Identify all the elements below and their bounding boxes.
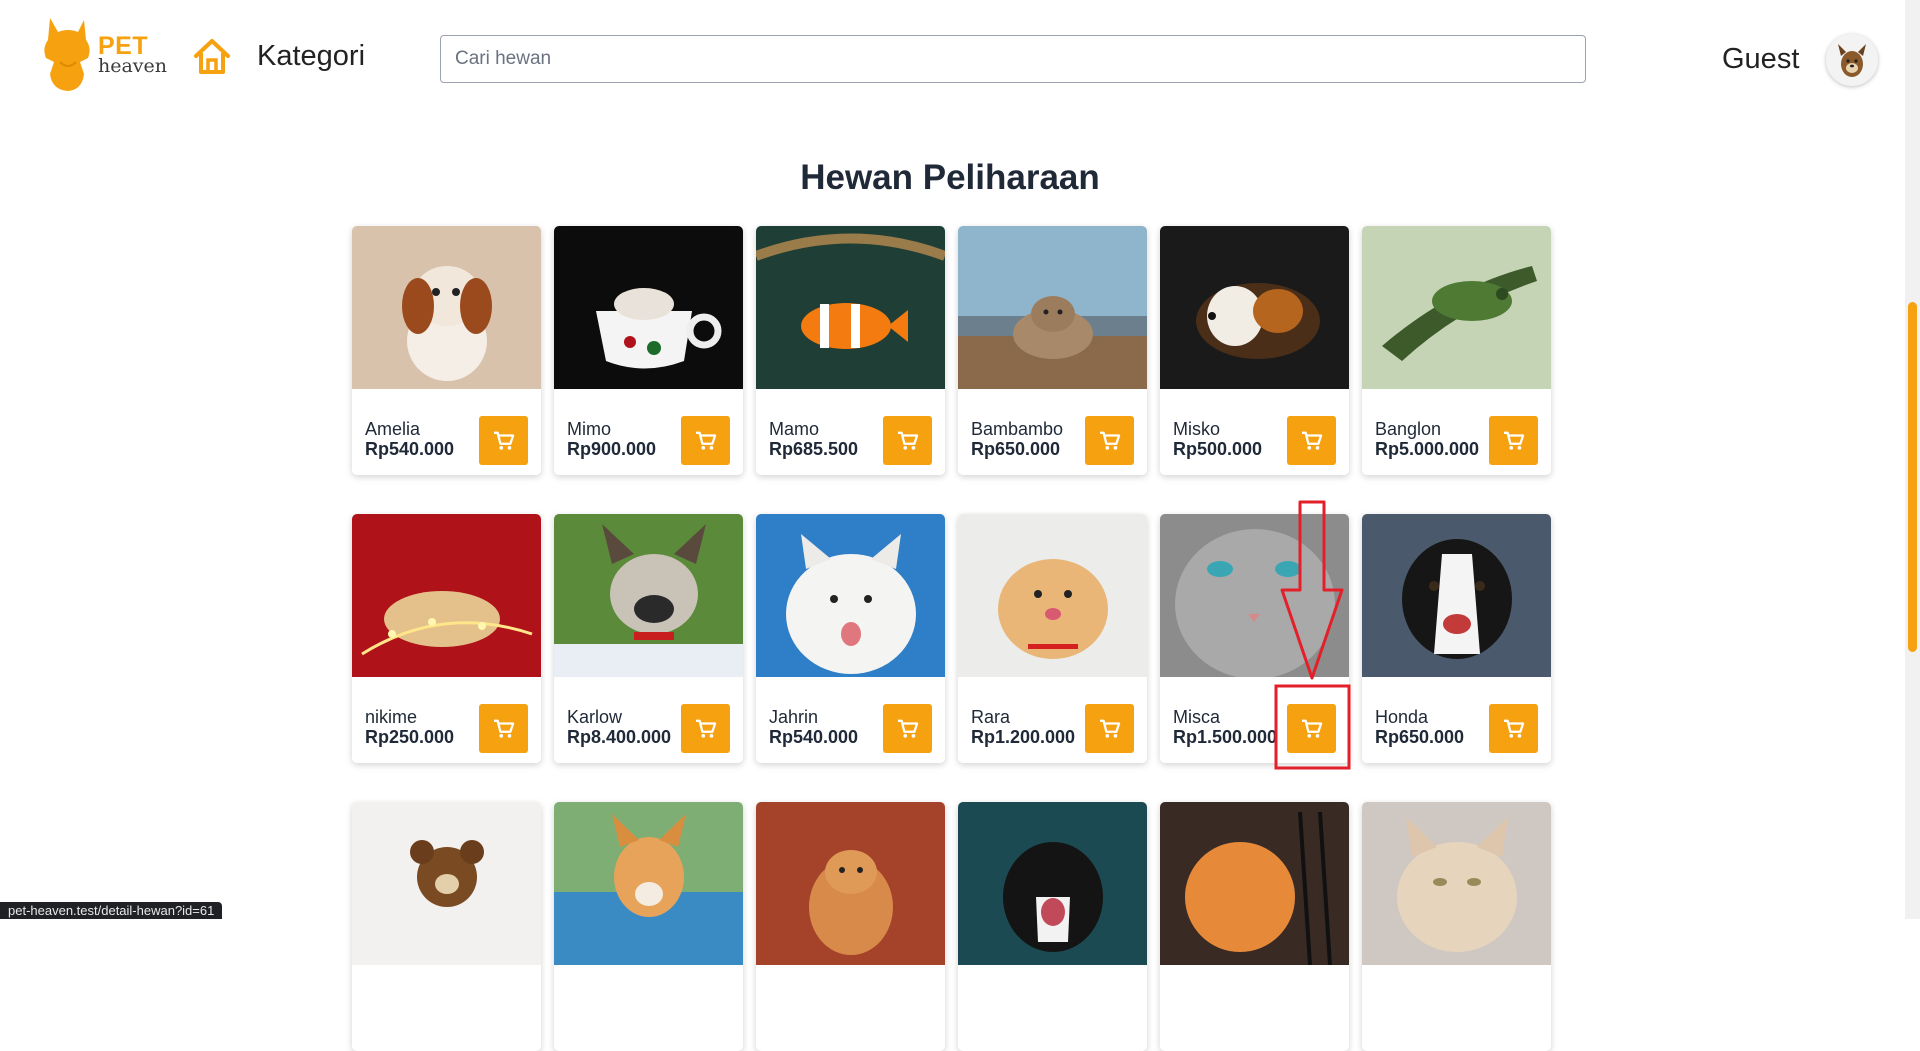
page-title: Hewan Peliharaan: [800, 158, 1100, 197]
user-name: Guest: [1722, 43, 1800, 75]
add-to-cart-button[interactable]: [479, 704, 528, 753]
cart-icon: [493, 431, 514, 450]
cart-icon: [493, 719, 514, 738]
pet-price: Rp685.500: [769, 439, 859, 459]
pet-photo[interactable]: [554, 514, 743, 677]
pet-card[interactable]: Mamo Rp685.500: [756, 226, 945, 475]
pet-photo[interactable]: [554, 802, 743, 965]
pet-photo[interactable]: [1160, 226, 1349, 389]
add-to-cart-button[interactable]: [1489, 704, 1538, 753]
search-input[interactable]: [440, 35, 1586, 83]
pet-card[interactable]: Mimo Rp900.000: [554, 226, 743, 475]
pet-photo[interactable]: [1160, 514, 1349, 677]
avatar-dog-icon: [1838, 44, 1866, 77]
status-bar-url: pet-heaven.test/detail-hewan?id=61: [0, 902, 223, 919]
pet-card[interactable]: [1362, 802, 1551, 1051]
pet-photo[interactable]: [756, 802, 945, 965]
pet-photo[interactable]: [958, 514, 1147, 677]
page-scrollbar[interactable]: [1905, 0, 1920, 919]
pet-name: Amelia: [365, 419, 421, 439]
pet-price: Rp540.000: [365, 439, 455, 459]
add-to-cart-button[interactable]: [681, 416, 730, 465]
pet-photo[interactable]: [958, 226, 1147, 389]
pet-card[interactable]: [756, 802, 945, 1051]
pet-card[interactable]: Jahrin Rp540.000: [756, 514, 945, 763]
pet-price: Rp250.000: [365, 727, 455, 747]
add-to-cart-button[interactable]: [681, 704, 730, 753]
pet-photo[interactable]: [352, 226, 541, 389]
pet-card[interactable]: Amelia Rp540.000: [352, 226, 541, 475]
cart-icon: [1099, 431, 1120, 450]
pet-price: Rp500.000: [1173, 439, 1263, 459]
pet-name: Mimo: [567, 419, 611, 439]
pet-card[interactable]: Banglon Rp5.000.000: [1362, 226, 1551, 475]
cat-logo-icon: [44, 18, 90, 91]
pet-price: Rp900.000: [567, 439, 657, 459]
pet-photo[interactable]: [756, 514, 945, 677]
cart-icon: [1301, 431, 1322, 450]
pet-price: Rp540.000: [769, 727, 859, 747]
pet-card[interactable]: Misca Rp1.500.000: [1160, 514, 1349, 763]
pet-heaven-logo[interactable]: PET heaven: [40, 18, 170, 96]
pet-photo[interactable]: [554, 226, 743, 389]
add-to-cart-button[interactable]: [1489, 416, 1538, 465]
pet-name: Misca: [1173, 707, 1221, 727]
add-to-cart-button[interactable]: [1085, 416, 1134, 465]
pet-photo[interactable]: [352, 802, 541, 965]
pet-name: Banglon: [1375, 419, 1442, 439]
pet-photo[interactable]: [1362, 802, 1551, 965]
pet-photo[interactable]: [958, 802, 1147, 965]
pet-name: Jahrin: [769, 707, 819, 727]
pet-name: Mamo: [769, 419, 820, 439]
add-to-cart-button[interactable]: [479, 416, 528, 465]
pet-price: Rp650.000: [1375, 727, 1465, 747]
pet-name: Misko: [1173, 419, 1221, 439]
cart-icon: [695, 719, 716, 738]
brand-text: PET heaven: [98, 34, 167, 76]
home-icon[interactable]: [192, 36, 232, 76]
pet-name: nikime: [365, 707, 418, 727]
pet-card[interactable]: [958, 802, 1147, 1051]
pet-name: Bambambo: [971, 419, 1064, 439]
brand-heaven: heaven: [98, 55, 168, 77]
add-to-cart-button[interactable]: [1287, 416, 1336, 465]
pet-price: Rp1.200.000: [971, 727, 1076, 747]
cart-icon: [1099, 719, 1120, 738]
avatar[interactable]: [1826, 34, 1878, 86]
add-to-cart-button[interactable]: [1287, 704, 1336, 753]
add-to-cart-button[interactable]: [883, 416, 932, 465]
pet-card[interactable]: Misko Rp500.000: [1160, 226, 1349, 475]
pet-card[interactable]: Bambambo Rp650.000: [958, 226, 1147, 475]
pet-name: Rara: [971, 707, 1011, 727]
pet-card[interactable]: [554, 802, 743, 1051]
cart-icon: [897, 719, 918, 738]
pet-photo[interactable]: [1362, 226, 1551, 389]
cart-icon: [897, 431, 918, 450]
pet-photo[interactable]: [756, 226, 945, 389]
pet-card[interactable]: Rara Rp1.200.000: [958, 514, 1147, 763]
pet-name: Honda: [1375, 707, 1429, 727]
pet-photo[interactable]: [352, 514, 541, 677]
pet-card[interactable]: [352, 802, 541, 1051]
pet-card[interactable]: Honda Rp650.000: [1362, 514, 1551, 763]
cart-icon: [1503, 431, 1524, 450]
pet-price: Rp5.000.000: [1375, 439, 1480, 459]
pet-price: Rp8.400.000: [567, 727, 672, 747]
pet-card[interactable]: [1160, 802, 1349, 1051]
cart-icon: [695, 431, 716, 450]
scrollbar-thumb[interactable]: [1908, 302, 1917, 652]
pet-name: Karlow: [567, 707, 623, 727]
pet-card[interactable]: nikime Rp250.000: [352, 514, 541, 763]
pet-card[interactable]: Karlow Rp8.400.000: [554, 514, 743, 763]
pet-photo[interactable]: [1160, 802, 1349, 965]
add-to-cart-button[interactable]: [1085, 704, 1134, 753]
pet-photo[interactable]: [1362, 514, 1551, 677]
pet-price: Rp1.500.000: [1173, 727, 1278, 747]
top-navbar: PET heaven Kategori Guest: [0, 0, 1905, 120]
pet-price: Rp650.000: [971, 439, 1061, 459]
cart-icon: [1503, 719, 1524, 738]
kategori-link[interactable]: Kategori: [257, 40, 365, 73]
add-to-cart-button[interactable]: [883, 704, 932, 753]
cart-icon: [1301, 719, 1322, 738]
